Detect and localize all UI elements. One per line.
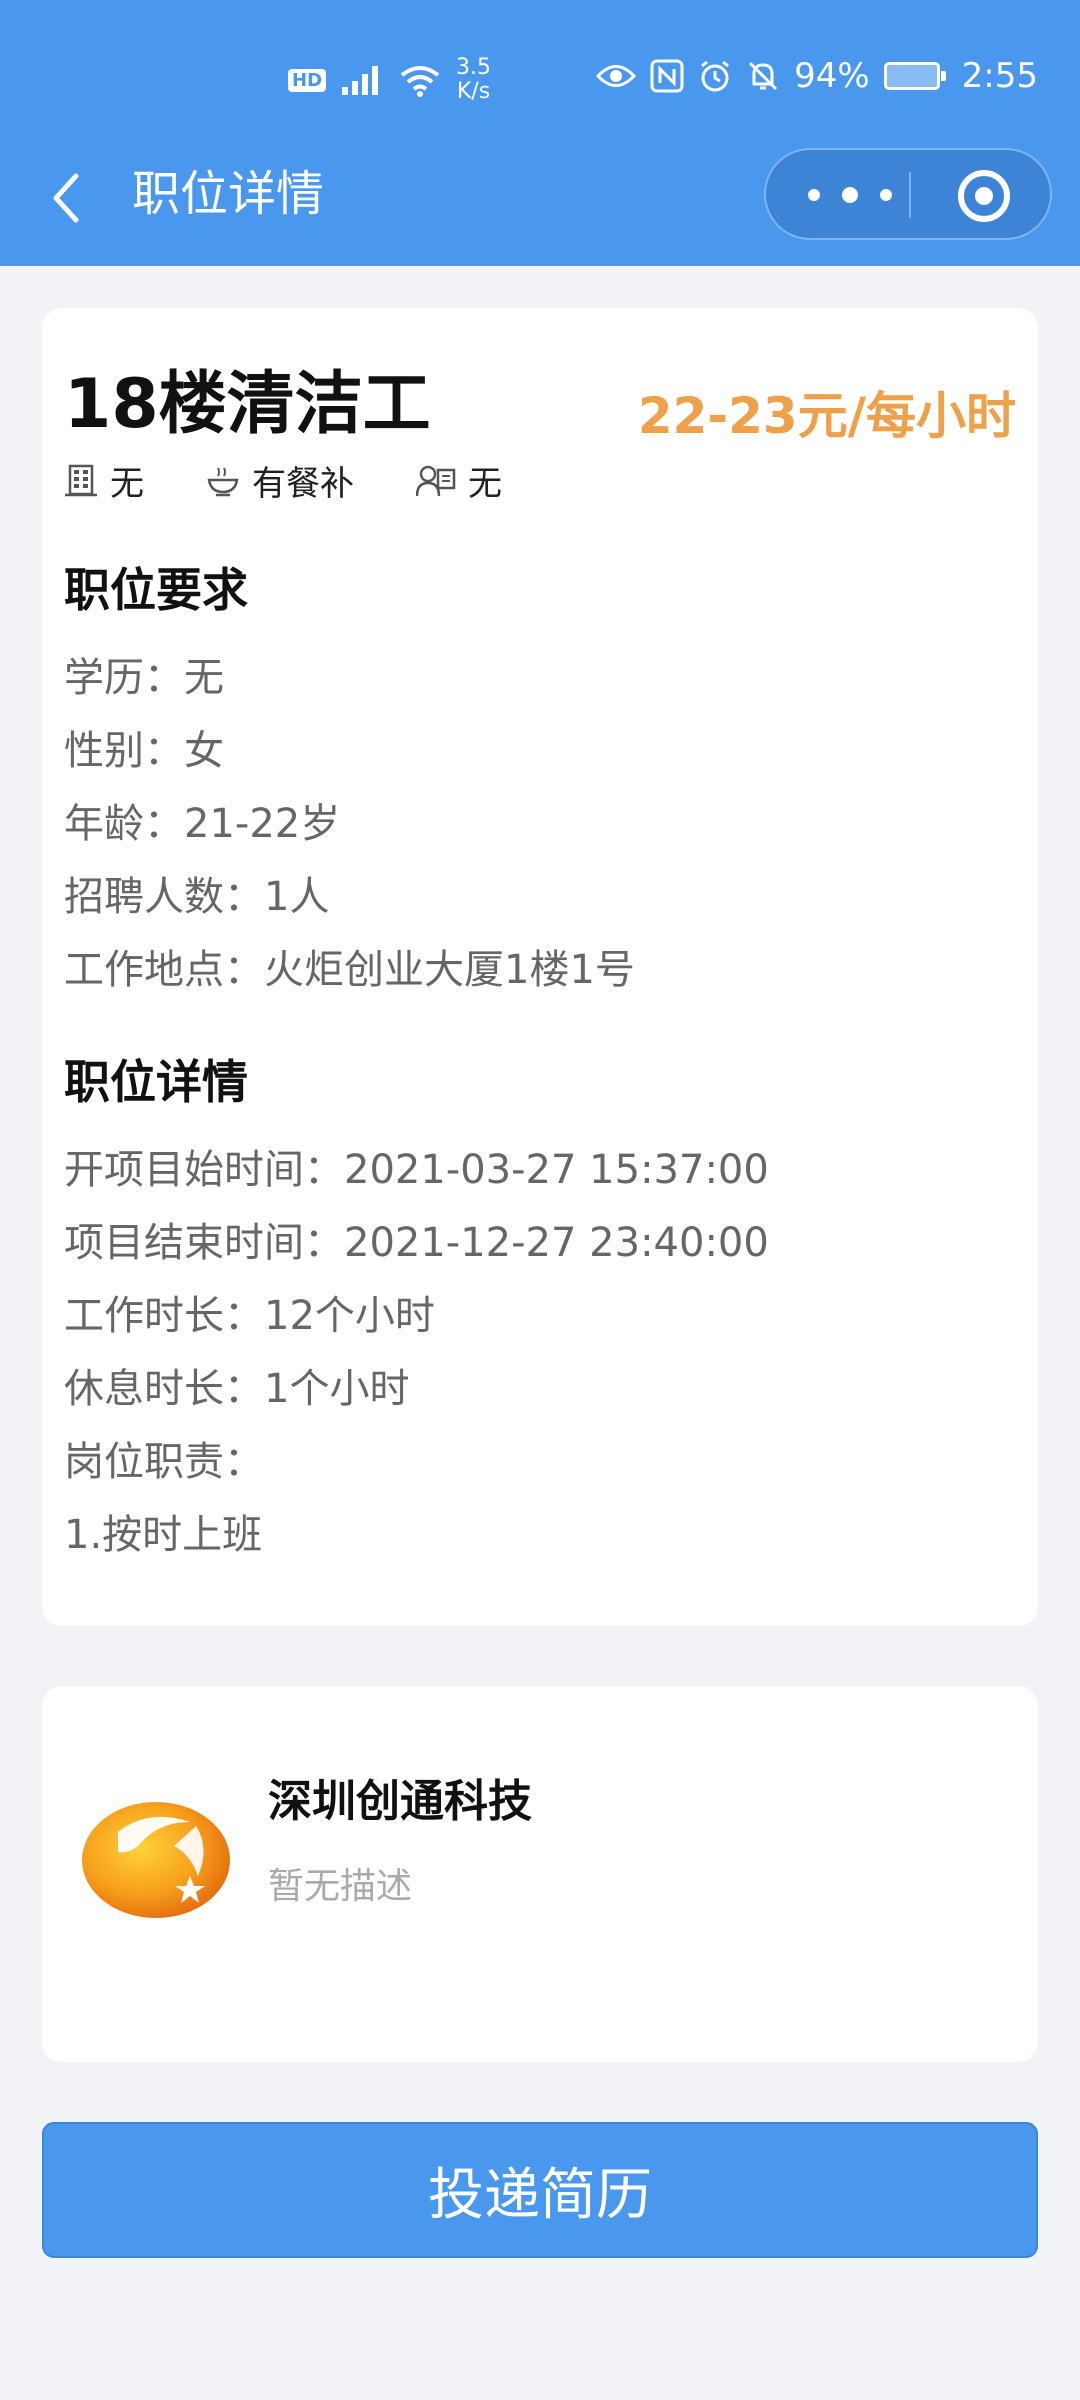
detail-item: 岗位职责：	[64, 1439, 264, 1485]
company-name: 深圳创通科技	[268, 1776, 532, 1827]
bowl-icon	[207, 467, 239, 496]
company-card[interactable]: 深圳创通科技 暂无描述	[42, 1686, 1038, 2062]
building-icon	[65, 464, 97, 496]
detail-item: 项目结束时间：2021-12-27 23:40:00	[64, 1220, 769, 1266]
more-dot-icon	[880, 189, 892, 201]
company-description: 暂无描述	[268, 1866, 413, 1907]
battery-percent: 94%	[794, 56, 870, 96]
job-title: 18楼清洁工	[64, 365, 431, 444]
benefit-tag-insurance: 无	[416, 456, 502, 505]
requirements-section-title: 职位要求	[64, 563, 248, 617]
battery-icon	[883, 62, 946, 90]
requirement-item: 性别：女	[64, 728, 224, 774]
more-dot-icon	[808, 189, 820, 201]
job-detail-card: 18楼清洁工 22-23元/每小时 无 有餐补 无 职位要求 学历：无 性别：女…	[42, 308, 1038, 1626]
requirement-item: 年龄：21-22岁	[64, 801, 341, 847]
details-section-title: 职位详情	[64, 1055, 248, 1109]
mini-program-capsule	[764, 148, 1052, 240]
alarm-icon	[701, 60, 729, 92]
benefit-tag-label: 有餐补	[252, 464, 354, 504]
status-time: 2:55	[961, 56, 1038, 96]
detail-item: 开项目始时间：2021-03-27 15:37:00	[64, 1147, 769, 1193]
requirement-item: 招聘人数：1人	[64, 874, 330, 920]
back-arrow-icon[interactable]	[48, 168, 84, 228]
status-bar: HD 3.5 K/s 94% 2:55	[0, 0, 1080, 160]
network-speed-value: 3.5	[456, 55, 492, 80]
status-bar-left: HD 3.5 K/s	[288, 56, 491, 104]
details-list: 开项目始时间：2021-03-27 15:37:00 项目结束时间：2021-1…	[64, 1134, 769, 1572]
requirements-list: 学历：无 性别：女 年龄：21-22岁 招聘人数：1人 工作地点：火炬创业大厦1…	[64, 642, 635, 1007]
hd-badge: HD	[288, 68, 327, 92]
benefit-tag-housing: 无	[64, 456, 144, 505]
header-bar: HD 3.5 K/s 94% 2:55 职位详情	[0, 0, 1080, 266]
benefit-tag-meal: 有餐补	[206, 456, 354, 505]
requirement-item: 学历：无	[64, 655, 224, 701]
cellular-signal-icon	[342, 66, 379, 95]
requirement-item: 工作地点：火炬创业大厦1楼1号	[64, 947, 635, 993]
job-salary: 22-23元/每小时	[637, 387, 1016, 445]
wifi-icon	[400, 66, 440, 97]
detail-item: 工作时长：12个小时	[64, 1293, 435, 1339]
benefit-tag-label: 无	[468, 464, 502, 504]
nfc-icon	[650, 59, 684, 93]
more-options-button[interactable]	[808, 180, 892, 210]
benefit-tag-label: 无	[110, 464, 144, 504]
network-speed: 3.5 K/s	[456, 56, 491, 104]
page-title: 职位详情	[132, 166, 325, 222]
status-bar-right: 94% 2:55	[596, 56, 1038, 96]
insurance-icon	[416, 465, 456, 496]
detail-item: 休息时长：1个小时	[64, 1366, 410, 1412]
job-benefit-tags: 无 有餐补 无	[64, 456, 564, 505]
more-dot-icon	[842, 187, 858, 203]
detail-item: 1.按时上班	[64, 1512, 263, 1558]
company-logo	[82, 1802, 230, 1918]
close-mini-program-icon[interactable]	[956, 168, 1012, 224]
capsule-divider	[909, 172, 911, 218]
eye-icon	[596, 65, 637, 87]
submit-resume-button[interactable]: 投递简历	[42, 2122, 1038, 2258]
mute-bell-icon	[749, 61, 778, 91]
network-speed-unit: K/s	[456, 79, 491, 104]
